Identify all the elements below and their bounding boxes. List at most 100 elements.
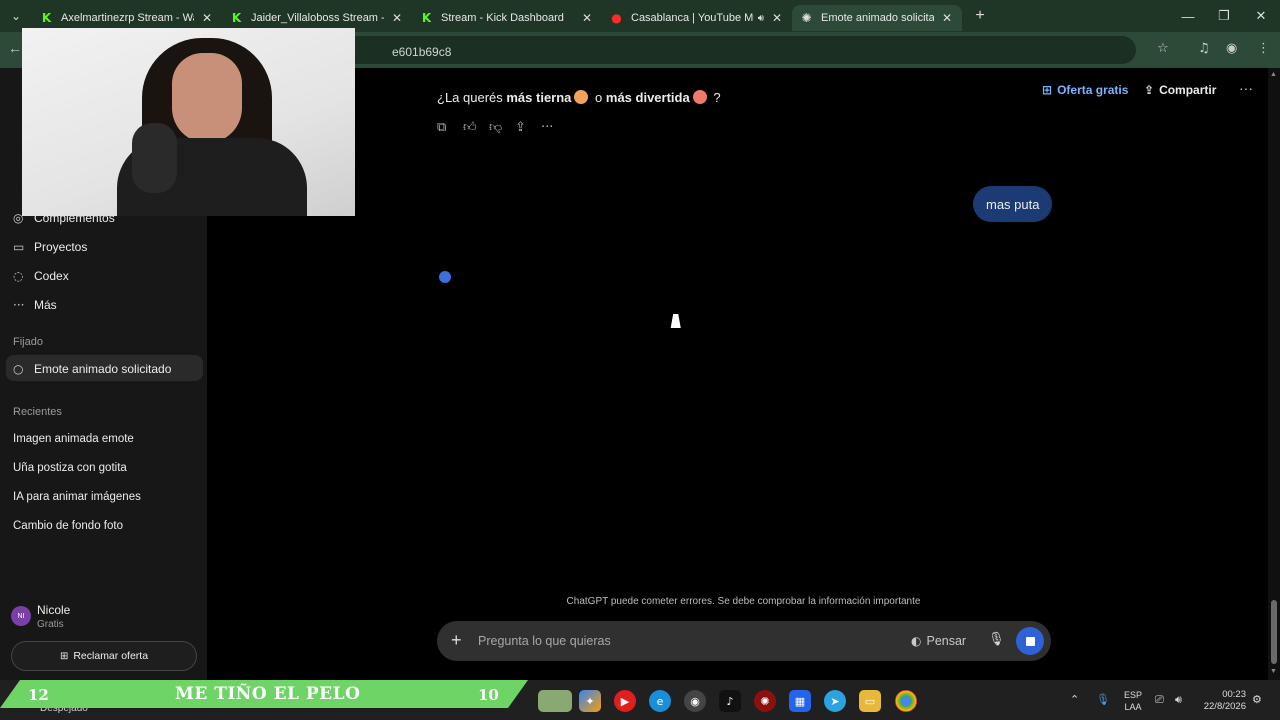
typing-indicator	[439, 271, 451, 283]
microphone-icon[interactable]: 🎙︎	[988, 632, 1005, 647]
minimize-icon[interactable]: —	[1170, 0, 1206, 32]
think-button[interactable]: ◐ Pensar	[911, 634, 966, 648]
prompt-input[interactable]: Pregunta lo que quieras	[478, 634, 611, 648]
scroll-down-icon[interactable]: ▼	[1270, 668, 1277, 675]
browser-tab[interactable]: K Stream - Kick Dashboard ✕	[412, 5, 602, 31]
edge-icon[interactable]: e	[649, 690, 671, 712]
tab-close-icon[interactable]: ✕	[580, 11, 594, 25]
gift-icon: ⊞	[59, 650, 69, 662]
lightbulb-icon: ◐	[911, 634, 922, 648]
lang-line-1: ESP	[1124, 690, 1143, 700]
browser-tab[interactable]: ✺ Emote animado solicitado ✕	[792, 5, 962, 31]
recent-item[interactable]: Imagen animada emote	[13, 433, 134, 445]
webcam-person-face	[172, 53, 242, 143]
new-tab-button[interactable]: +	[966, 7, 994, 25]
page-scrollbar[interactable]: ▲ ▼	[1268, 68, 1280, 680]
tiktok-icon[interactable]: ♪	[719, 690, 741, 712]
tab-close-icon[interactable]: ✕	[770, 11, 784, 25]
share-button[interactable]: ⇪ Compartir	[1144, 83, 1216, 97]
widget-thumbnail-icon[interactable]	[538, 690, 572, 712]
kick-icon: K	[421, 11, 432, 25]
webcam-overlay	[22, 28, 355, 216]
chrome-icon[interactable]	[895, 690, 917, 712]
thumbs-up-icon[interactable]: 👍︎	[463, 120, 489, 135]
sidebar-item-proyectos[interactable]: ▭ Proyectos	[13, 240, 87, 254]
codex-icon: ◌	[13, 269, 24, 283]
more-dots-icon[interactable]: ···	[541, 120, 567, 135]
assistant-text-prefix: ¿La querés	[437, 90, 507, 105]
tab-close-icon[interactable]: ✕	[200, 11, 214, 25]
scroll-up-icon[interactable]: ▲	[1270, 71, 1277, 78]
app-red-icon[interactable]: ✺	[754, 690, 776, 712]
more-options-icon[interactable]: ···	[1239, 80, 1253, 96]
avatar[interactable]: NI	[11, 606, 31, 626]
audio-playing-icon[interactable]: 🔊︎	[758, 13, 764, 24]
youtube-music-icon[interactable]: ▶	[614, 690, 636, 712]
tab-label: Stream - Kick Dashboard	[441, 12, 564, 24]
free-offer-label: Oferta gratis	[1057, 83, 1129, 97]
assistant-text-bold-1: más tierna	[506, 90, 572, 105]
banner-left-number: 12	[28, 686, 49, 704]
sidebar-item-label: Proyectos	[34, 240, 88, 254]
recent-item[interactable]: IA para animar imágenes	[13, 491, 141, 503]
notification-icon[interactable]: ⚙	[1252, 693, 1262, 706]
sidebar-item-mas[interactable]: ··· Más	[13, 298, 57, 312]
profile-icon[interactable]: ◉	[1226, 41, 1237, 56]
kick-icon: K	[41, 11, 52, 25]
network-icon[interactable]: ⎚	[1155, 693, 1164, 707]
scrollbar-thumb[interactable]	[1271, 600, 1277, 664]
volume-icon[interactable]: 🔊︎	[1175, 693, 1182, 707]
sidebar-item-label: Codex	[34, 269, 69, 283]
bookmark-star-icon[interactable]: ☆	[1157, 41, 1169, 56]
window-close-icon[interactable]: ✕	[1243, 0, 1279, 32]
folder-icon: ▭	[13, 240, 25, 254]
user-name[interactable]: Nicole	[37, 603, 70, 617]
telegram-icon[interactable]: ➤	[824, 690, 846, 712]
mouse-cursor-icon	[670, 314, 684, 328]
tab-label: Emote animado solicitado	[821, 12, 934, 24]
free-offer-button[interactable]: ⊞ Oferta gratis	[1042, 83, 1128, 97]
smiling-face-emoji-icon	[574, 90, 589, 104]
tray-chevron-icon[interactable]: ⌃	[1070, 693, 1079, 706]
tab-close-icon[interactable]: ✕	[940, 11, 954, 25]
attach-plus-icon[interactable]: +	[451, 630, 462, 651]
clock-date: 22/8/2026	[1203, 701, 1246, 712]
tab-close-icon[interactable]: ✕	[390, 11, 404, 25]
back-arrow-icon[interactable]: ←	[8, 40, 22, 56]
disclaimer-text: ChatGPT puede cometer errores. Se debe c…	[566, 596, 921, 607]
claim-offer-button[interactable]: ⊞ Reclamar oferta	[11, 641, 197, 671]
recent-heading: Recientes	[13, 406, 62, 418]
copilot-icon[interactable]: ✦	[579, 690, 601, 712]
stop-generation-button[interactable]	[1016, 627, 1044, 655]
sidebar-item-label: Más	[34, 298, 57, 312]
browser-tab[interactable]: ● Casablanca | YouTube Musi 🔊︎ ✕	[602, 5, 792, 31]
assistant-text-suffix: ?	[709, 90, 721, 105]
banner-title: ME TIÑO EL PELO	[175, 684, 361, 704]
recent-item[interactable]: Cambio de fondo foto	[13, 520, 123, 532]
kick-icon: K	[231, 11, 242, 25]
browser-menu-icon[interactable]: ⋮	[1257, 41, 1270, 56]
tray-mic-icon[interactable]: 🎙︎	[1096, 693, 1110, 706]
recent-item[interactable]: Uña postiza con gotita	[13, 462, 127, 474]
pinned-item[interactable]: ○ Emote animado solicitado	[13, 362, 171, 376]
restore-icon[interactable]: ❐	[1206, 0, 1242, 32]
store-icon[interactable]: ▦	[789, 690, 811, 712]
file-explorer-icon[interactable]: ▭	[859, 690, 881, 712]
claim-offer-label: Reclamar oferta	[73, 650, 149, 662]
think-label: Pensar	[926, 634, 967, 648]
tab-label: Casablanca | YouTube Musi	[631, 12, 754, 24]
message-actions: ⧉ 👍︎ 👎︎ ⇪ ···	[437, 120, 567, 135]
obs-icon[interactable]: ◉	[684, 690, 706, 712]
gift-icon: ⊞	[1042, 83, 1053, 97]
copy-icon[interactable]: ⧉	[437, 120, 463, 135]
media-control-icon[interactable]: ♫	[1198, 41, 1210, 56]
user-plan: Gratis	[37, 619, 64, 630]
assistant-message: ¿La querés más tierna o más divertida ?	[437, 90, 721, 105]
clock[interactable]: 00:23 22/8/2026	[1198, 689, 1246, 713]
assistant-text-bold-2: más divertida	[605, 90, 690, 105]
thumbs-down-icon[interactable]: 👎︎	[489, 120, 515, 135]
assistant-text-mid: o	[591, 90, 606, 105]
language-indicator[interactable]: ESP LAA	[1124, 689, 1142, 713]
share-icon[interactable]: ⇪	[515, 120, 541, 135]
sidebar-item-codex[interactable]: ◌ Codex	[13, 269, 69, 283]
